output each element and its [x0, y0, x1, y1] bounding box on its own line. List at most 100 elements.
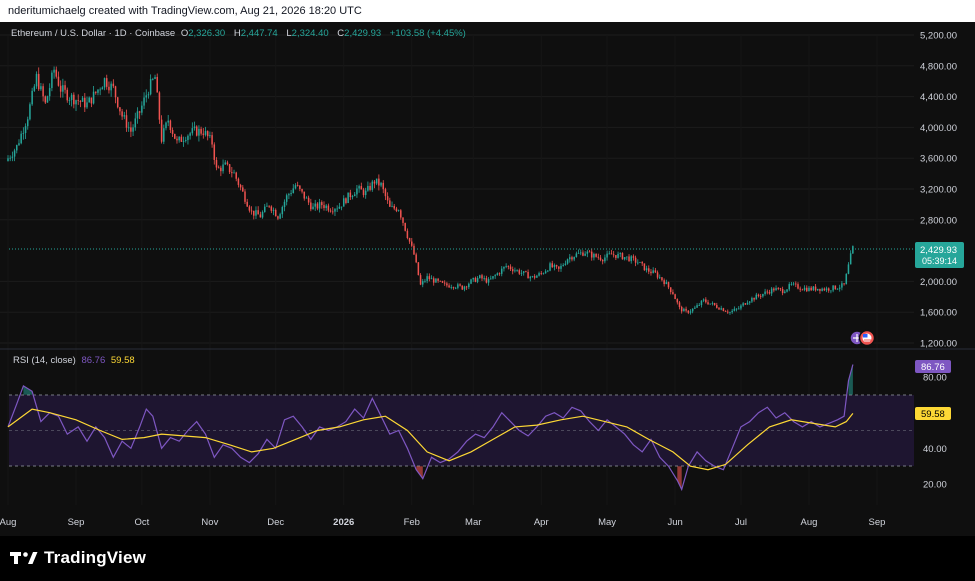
candle-body: [476, 278, 479, 282]
candle-body: [342, 198, 345, 207]
price-tick-label: 4,400.00: [920, 92, 957, 103]
candle-body: [687, 310, 690, 313]
candle-body: [707, 302, 709, 305]
candle-body: [345, 198, 347, 203]
close-value: 2,429.93: [344, 28, 382, 39]
rsi-ma-badge-text: 59.58: [921, 409, 945, 420]
candle-body: [68, 99, 71, 101]
candle-body: [323, 205, 325, 209]
candle-body: [452, 287, 455, 288]
candle-body: [643, 263, 646, 271]
candle-body: [852, 246, 854, 254]
candle-body: [255, 210, 257, 216]
candle-body: [764, 291, 766, 294]
time-tick-label: 2026: [333, 517, 354, 528]
candle-body: [189, 133, 191, 136]
candle-body: [722, 308, 725, 312]
candle-body: [441, 281, 444, 283]
candle-body: [689, 311, 692, 313]
candle-body: [555, 265, 558, 267]
candle-body: [285, 195, 288, 202]
candle-body: [514, 270, 516, 272]
candle-body: [847, 264, 850, 274]
candle-body: [590, 251, 593, 258]
candle-body: [792, 283, 795, 285]
candle-body: [57, 76, 60, 86]
candle-body: [786, 289, 788, 292]
candle-body: [426, 276, 428, 281]
candle-body: [123, 115, 126, 117]
candle-body: [599, 257, 602, 260]
candle-body: [503, 266, 505, 269]
candle-body: [571, 257, 573, 260]
candle-body: [645, 268, 648, 271]
candle-body: [149, 79, 152, 95]
candle-body: [16, 145, 18, 151]
candle-body: [547, 270, 549, 272]
candle-body: [303, 191, 306, 199]
candle-body: [296, 185, 299, 186]
candle-body: [70, 94, 73, 100]
candle-body: [676, 299, 679, 303]
candle-body: [432, 278, 435, 283]
candle-body: [654, 270, 657, 273]
time-tick-label: Feb: [404, 517, 420, 528]
candle-body: [799, 288, 801, 290]
candle-body: [533, 276, 536, 278]
candle-body: [500, 268, 503, 274]
candle-body: [560, 265, 562, 269]
candle-body: [582, 252, 584, 256]
candle-body: [81, 97, 84, 102]
candle-body: [698, 305, 701, 306]
symbol-title[interactable]: Ethereum / U.S. Dollar · 1D · Coinbase: [11, 28, 175, 39]
candle-body: [237, 178, 240, 185]
candle-body: [253, 210, 255, 216]
rsi-legend-title[interactable]: RSI (14, close): [13, 355, 76, 366]
candle-body: [806, 287, 808, 292]
candle-body: [404, 222, 406, 231]
candle-body: [327, 205, 330, 211]
candle-body: [632, 256, 635, 258]
candle-body: [198, 128, 200, 136]
candle-body: [658, 277, 661, 279]
candle-body: [606, 253, 608, 258]
candle-body: [505, 265, 507, 267]
candle-body: [435, 278, 437, 283]
candle-body: [766, 291, 769, 293]
candle-body: [463, 286, 466, 290]
candle-body: [24, 126, 27, 134]
candle-body: [492, 276, 494, 279]
high-label: H: [233, 28, 241, 39]
bar-countdown: 05:39:14: [922, 256, 957, 266]
candle-body: [195, 126, 198, 136]
candle-body: [531, 276, 534, 277]
candle-body: [845, 273, 848, 285]
candle-body: [347, 192, 349, 203]
candle-body: [329, 210, 332, 212]
candle-body: [573, 256, 575, 260]
candle-body: [685, 308, 687, 311]
candle-body: [454, 287, 457, 289]
candle-body: [737, 308, 740, 310]
candle-body: [417, 262, 420, 276]
candle-body: [448, 285, 450, 288]
tradingview-logo: TradingView: [10, 548, 146, 568]
chart-canvas[interactable]: 5,200.00 4,800.00 4,400.00 4,000.00 3,600.00…: [0, 22, 975, 536]
candle-body: [176, 138, 178, 141]
candle-body: [182, 140, 185, 142]
footer: [0, 536, 975, 581]
candle-body: [823, 288, 826, 291]
candle-body: [832, 285, 834, 291]
candle-body: [105, 78, 108, 87]
candle-body: [775, 288, 777, 291]
price-tick-label: 4,000.00: [920, 123, 957, 134]
us-flag-icon[interactable]: [858, 329, 876, 347]
candle-body: [7, 158, 9, 161]
candle-body: [332, 211, 334, 213]
rsi-ma-badge: 59.58: [915, 407, 951, 420]
candle-body: [215, 159, 218, 168]
candle-body: [623, 257, 626, 260]
candle-body: [781, 289, 784, 294]
candle-body: [641, 261, 643, 264]
candle-body: [808, 287, 810, 292]
